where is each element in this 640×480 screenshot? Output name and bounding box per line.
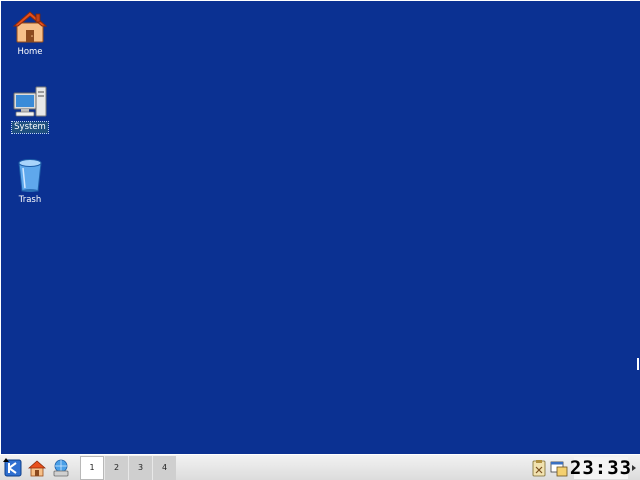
trash-icon [18,159,42,192]
home-launcher-button[interactable] [26,457,48,479]
pager-desktop-2[interactable]: 2 [104,455,128,480]
computer-icon [13,86,47,117]
pager-desktop-4[interactable]: 4 [152,455,176,480]
network-launcher-button[interactable] [50,457,72,479]
screen: Home System Trash 1 2 3 4 23:33 [0,0,640,480]
desktop-icon-home[interactable]: Home [2,9,58,58]
system-tray: 23:33 [530,456,636,480]
desktop-icon-label: Trash [18,195,42,205]
clipboard-icon[interactable] [530,459,548,477]
window-list-icon[interactable] [550,459,568,477]
desktop-pager: 1 2 3 4 [80,455,176,480]
desktop-background[interactable]: Home System Trash [0,0,640,454]
pager-desktop-1[interactable]: 1 [80,455,104,480]
home-icon [28,459,46,476]
menu-arrow-icon [3,457,9,462]
network-icon [53,459,69,476]
desktop-icon-label: Home [17,47,43,57]
desktop-icon-trash[interactable]: Trash [2,157,58,206]
chevron-right-icon[interactable] [632,464,636,471]
home-folder-icon [12,11,48,43]
taskbar: 1 2 3 4 23:33 [0,454,640,480]
clock[interactable]: 23:33 [570,456,631,479]
desktop-icon-system[interactable]: System [2,84,58,134]
text-cursor-icon [637,358,639,370]
desktop-icon-label: System [11,121,49,134]
pager-desktop-3[interactable]: 3 [128,455,152,480]
kde-menu-button[interactable] [2,457,24,479]
